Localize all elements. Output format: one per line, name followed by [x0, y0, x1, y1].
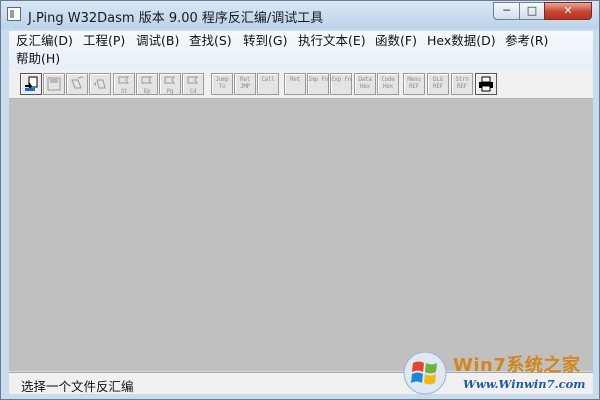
status-text: 选择一个文件反汇编 [21, 379, 134, 394]
flag-code-icon [187, 76, 198, 84]
menu-bar: 反汇编(D) 工程(P) 调试(B) 查找(S) 转到(G) 执行文本(E) 函… [9, 31, 593, 69]
window-title: J.Ping W32Dasm 版本 9.00 程序反汇编/调试工具 [28, 11, 324, 26]
imp-fn-label: Imp Fn [308, 76, 328, 83]
goto-code-button[interactable]: Cd [182, 73, 204, 95]
flashlight-icon [71, 76, 84, 89]
minimize-button[interactable]: ─ [493, 2, 520, 20]
menu-disassembler[interactable]: 反汇编(D) [16, 32, 73, 50]
windows-logo-icon [403, 351, 447, 395]
ret-jmp-button[interactable]: Ret JMP [234, 73, 256, 95]
goto-code-label: Cd [189, 88, 197, 95]
menu-execute-text[interactable]: 执行文本(E) [298, 32, 366, 50]
goto-page-label: Pg [166, 88, 174, 95]
dlg-ref-label: DLG REF [433, 76, 443, 90]
goto-start-button[interactable]: St [113, 73, 135, 95]
open-file-icon [25, 76, 38, 91]
code-hex-label: Code Hex [381, 76, 395, 90]
menu-ref-button[interactable]: Menu REF [403, 73, 425, 95]
menu-ref-label: Menu REF [407, 76, 421, 90]
close-button[interactable]: ✕ [544, 2, 592, 20]
jump-to-label: Jump To [215, 76, 229, 90]
strn-ref-button[interactable]: Strn REF [451, 73, 473, 95]
menu-search[interactable]: 查找(S) [189, 32, 232, 50]
print-button[interactable] [475, 73, 497, 95]
data-hex-label: Data Hex [358, 76, 372, 90]
flag-start-icon [118, 76, 129, 84]
exp-fn-label: Exp Fn [331, 76, 351, 83]
menu-functions[interactable]: 函数(F) [375, 32, 417, 50]
menu-help[interactable]: 帮助(H) [16, 50, 60, 68]
disassembly-view[interactable] [9, 99, 593, 371]
find-next-button[interactable] [89, 73, 111, 95]
goto-entry-label: Ep [143, 88, 151, 95]
open-disasm-button[interactable] [20, 73, 42, 95]
menu-project[interactable]: 工程(P) [83, 32, 125, 50]
ret-label: Ret [290, 76, 300, 83]
call-label: Call [261, 76, 275, 83]
menu-goto[interactable]: 转到(G) [243, 32, 287, 50]
menu-hex-data[interactable]: Hex数据(D) [427, 32, 496, 50]
goto-page-button[interactable]: Pg [159, 73, 181, 95]
title-bar[interactable]: J.Ping W32Dasm 版本 9.00 程序反汇编/调试工具 ─ □ ✕ [1, 1, 599, 29]
main-window: J.Ping W32Dasm 版本 9.00 程序反汇编/调试工具 ─ □ ✕ … [0, 0, 600, 400]
watermark-brand: Win7系统之家 [453, 355, 581, 376]
find-button[interactable] [66, 73, 88, 95]
ret-jmp-label: Ret JMP [240, 76, 250, 90]
toolbar: St Ep Pg Cd Jump To Ret JMP Call Ret Imp… [9, 69, 593, 99]
jump-to-button[interactable]: Jump To [211, 73, 233, 95]
menu-refs[interactable]: 参考(R) [505, 32, 548, 50]
app-icon[interactable] [7, 7, 21, 21]
menu-debug[interactable]: 调试(B) [136, 32, 179, 50]
strn-ref-label: Strn REF [455, 76, 469, 90]
watermark-url: Www.Winwin7.com [463, 377, 586, 391]
data-hex-button[interactable]: Data Hex [354, 73, 376, 95]
save-disk-icon [47, 77, 61, 91]
goto-entry-button[interactable]: Ep [136, 73, 158, 95]
goto-start-label: St [120, 88, 128, 95]
code-hex-button[interactable]: Code Hex [377, 73, 399, 95]
imp-fn-button[interactable]: Imp Fn [307, 73, 329, 95]
flag-entry-icon [141, 76, 152, 84]
maximize-button[interactable]: □ [519, 2, 545, 20]
ret-button[interactable]: Ret [284, 73, 306, 95]
call-button[interactable]: Call [257, 73, 279, 95]
exp-fn-button[interactable]: Exp Fn [330, 73, 352, 95]
flashlight-next-icon [94, 79, 106, 89]
save-button[interactable] [43, 73, 65, 95]
flag-page-icon [164, 76, 175, 84]
printer-icon [479, 76, 493, 92]
dlg-ref-button[interactable]: DLG REF [427, 73, 449, 95]
watermark: Win7系统之家 Www.Winwin7.com [401, 347, 599, 399]
